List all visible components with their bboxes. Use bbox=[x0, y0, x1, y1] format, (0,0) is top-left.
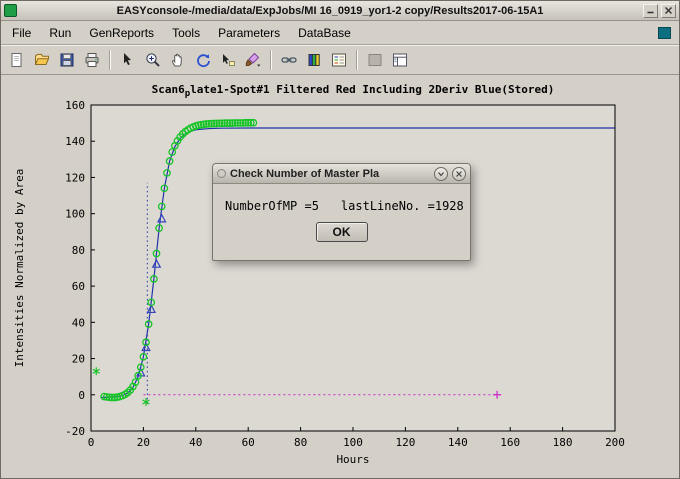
new-file-icon bbox=[8, 51, 26, 69]
menu-genreports[interactable]: GenReports bbox=[80, 23, 163, 43]
pan-button[interactable] bbox=[166, 48, 190, 72]
insert-legend-button[interactable] bbox=[327, 48, 351, 72]
svg-text:200: 200 bbox=[605, 436, 625, 449]
svg-text:100: 100 bbox=[343, 436, 363, 449]
dialog-check-number-of-master-plates: Check Number of Master Pla NumberOfMP =5… bbox=[212, 163, 471, 261]
svg-text:160: 160 bbox=[500, 436, 520, 449]
edit-plot-icon bbox=[119, 51, 137, 69]
print-icon bbox=[83, 51, 101, 69]
svg-text:80: 80 bbox=[294, 436, 307, 449]
menubar: File Run GenReports Tools Parameters Dat… bbox=[1, 21, 679, 45]
insert-colorbar-icon bbox=[305, 51, 323, 69]
dialog-field-numberofmp: NumberOfMP =5 bbox=[225, 199, 319, 213]
dialog-close-button[interactable] bbox=[452, 167, 466, 181]
menu-run[interactable]: Run bbox=[40, 23, 80, 43]
dialog-titlebar[interactable]: Check Number of Master Pla bbox=[213, 164, 470, 184]
save-file-button[interactable] bbox=[55, 48, 79, 72]
svg-text:20: 20 bbox=[137, 436, 150, 449]
zoom-in-button[interactable] bbox=[141, 48, 165, 72]
open-file-icon bbox=[33, 51, 51, 69]
show-plot-tools-button[interactable] bbox=[388, 48, 412, 72]
window-title: EASYconsole-/media/data/ExpJobs/MI 16_09… bbox=[20, 5, 640, 17]
brush-icon bbox=[244, 51, 262, 69]
menu-file[interactable]: File bbox=[3, 23, 40, 43]
svg-text:120: 120 bbox=[65, 171, 85, 184]
data-cursor-button[interactable] bbox=[216, 48, 240, 72]
svg-text:20: 20 bbox=[72, 353, 85, 366]
print-button[interactable] bbox=[80, 48, 104, 72]
hide-plot-tools-icon bbox=[366, 51, 384, 69]
svg-text:100: 100 bbox=[65, 208, 85, 221]
save-file-icon bbox=[58, 51, 76, 69]
y-axis-label: Intensities Normalized by Area bbox=[13, 169, 26, 368]
toolbar-separator bbox=[270, 50, 272, 70]
plot-title: Scan6plate1-Spot#1 Filtered Red Includin… bbox=[152, 83, 555, 99]
svg-text:40: 40 bbox=[189, 436, 202, 449]
close-button[interactable] bbox=[661, 4, 676, 18]
app-window: EASYconsole-/media/data/ExpJobs/MI 16_09… bbox=[0, 0, 680, 479]
close-icon bbox=[664, 6, 673, 15]
toolbar bbox=[1, 45, 679, 75]
svg-text:80: 80 bbox=[72, 244, 85, 257]
show-plot-tools-icon bbox=[391, 51, 409, 69]
menu-parameters[interactable]: Parameters bbox=[209, 23, 289, 43]
new-file-button[interactable] bbox=[5, 48, 29, 72]
minimize-button[interactable] bbox=[643, 4, 658, 18]
dialog-field-lastlineno: lastLineNo. =1928 bbox=[341, 199, 464, 213]
brush-button[interactable] bbox=[241, 48, 265, 72]
link-plot-icon bbox=[280, 51, 298, 69]
svg-text:0: 0 bbox=[78, 389, 85, 402]
svg-text:-20: -20 bbox=[65, 425, 85, 438]
svg-text:160: 160 bbox=[65, 99, 85, 112]
hide-plot-tools-button[interactable] bbox=[363, 48, 387, 72]
dialog-body: NumberOfMP =5 lastLineNo. =1928 OK bbox=[213, 184, 470, 260]
zoom-in-icon bbox=[144, 51, 162, 69]
x-axis-label: Hours bbox=[336, 453, 369, 466]
insert-legend-icon bbox=[330, 51, 348, 69]
svg-text:180: 180 bbox=[553, 436, 573, 449]
menu-tools[interactable]: Tools bbox=[163, 23, 209, 43]
svg-text:40: 40 bbox=[72, 316, 85, 329]
dialog-collapse-button[interactable] bbox=[434, 167, 448, 181]
svg-text:140: 140 bbox=[65, 135, 85, 148]
svg-text:60: 60 bbox=[72, 280, 85, 293]
svg-text:140: 140 bbox=[448, 436, 468, 449]
svg-text:60: 60 bbox=[242, 436, 255, 449]
menubar-badge bbox=[658, 27, 671, 39]
toolbar-separator bbox=[109, 50, 111, 70]
insert-colorbar-button[interactable] bbox=[302, 48, 326, 72]
data-cursor-icon bbox=[219, 51, 237, 69]
dialog-ok-button[interactable]: OK bbox=[316, 222, 368, 242]
titlebar[interactable]: EASYconsole-/media/data/ExpJobs/MI 16_09… bbox=[1, 1, 679, 21]
app-icon bbox=[4, 4, 17, 17]
close-icon bbox=[455, 170, 463, 178]
minimize-icon bbox=[646, 6, 655, 15]
dialog-app-icon bbox=[217, 169, 226, 178]
svg-text:120: 120 bbox=[395, 436, 415, 449]
chevron-down-icon bbox=[437, 170, 445, 178]
pan-icon bbox=[169, 51, 187, 69]
dialog-title: Check Number of Master Pla bbox=[230, 168, 430, 180]
open-file-button[interactable] bbox=[30, 48, 54, 72]
rotate-3d-button[interactable] bbox=[191, 48, 215, 72]
edit-plot-button[interactable] bbox=[116, 48, 140, 72]
link-plot-button[interactable] bbox=[277, 48, 301, 72]
svg-text:0: 0 bbox=[88, 436, 95, 449]
menu-database[interactable]: DataBase bbox=[289, 23, 360, 43]
toolbar-separator bbox=[356, 50, 358, 70]
rotate-3d-icon bbox=[194, 51, 212, 69]
plot-canvas[interactable]: 020406080100120140160180200-200204060801… bbox=[1, 75, 679, 477]
figure-area: 020406080100120140160180200-200204060801… bbox=[1, 75, 679, 478]
